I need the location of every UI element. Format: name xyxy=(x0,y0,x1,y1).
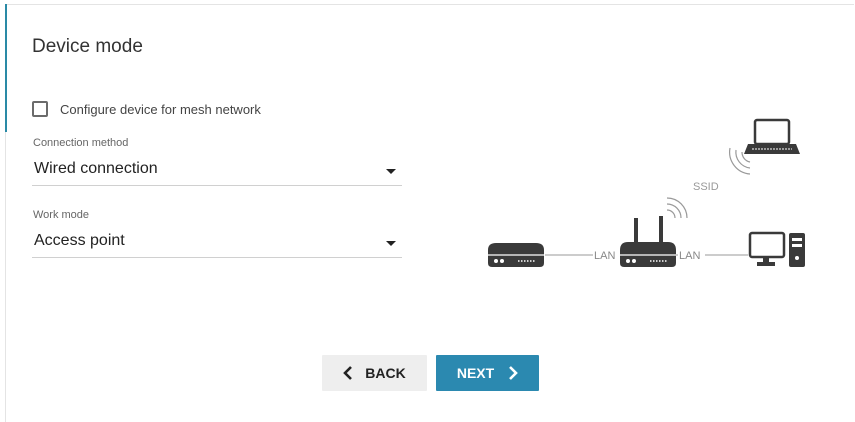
mesh-checkbox-label[interactable]: Configure device for mesh network xyxy=(60,102,261,117)
connection-method-value: Wired connection xyxy=(34,160,158,177)
next-button[interactable]: NEXT xyxy=(436,355,539,391)
wifi-signal-icon xyxy=(666,197,688,219)
page-title: Device mode xyxy=(32,36,143,57)
dropdown-caret-icon xyxy=(386,241,396,246)
back-button-label: BACK xyxy=(365,365,406,381)
ssid-label: SSID xyxy=(693,181,719,193)
router-icon xyxy=(620,216,676,267)
chevron-right-icon xyxy=(508,365,519,381)
chevron-left-icon xyxy=(343,365,353,381)
work-mode-label: Work mode xyxy=(33,209,90,221)
laptop-icon xyxy=(744,118,800,154)
desktop-computer-icon xyxy=(748,231,805,267)
mesh-checkbox[interactable] xyxy=(32,101,48,117)
connection-method-select[interactable]: Wired connection xyxy=(32,154,402,186)
lan-label-right: LAN xyxy=(679,250,700,262)
back-button[interactable]: BACK xyxy=(322,355,427,391)
network-diagram: SSID LAN LAN xyxy=(488,118,805,267)
lan-label-left: LAN xyxy=(594,250,615,262)
work-mode-select[interactable]: Access point xyxy=(32,226,402,258)
dropdown-caret-icon xyxy=(386,169,396,174)
mesh-checkbox-row[interactable]: Configure device for mesh network xyxy=(32,101,261,117)
next-button-label: NEXT xyxy=(456,365,495,381)
connection-method-label: Connection method xyxy=(33,137,129,149)
modem-icon xyxy=(488,243,544,267)
work-mode-value: Access point xyxy=(34,232,125,249)
accent-bar xyxy=(5,4,7,132)
